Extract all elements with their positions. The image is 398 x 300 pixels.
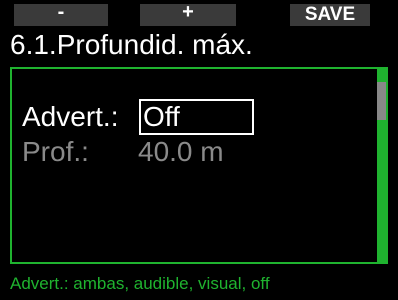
alarm-setting-label: Advert.:	[22, 101, 119, 132]
depth-value: 40.0 m	[138, 136, 224, 167]
scrollbar-thumb[interactable]	[377, 82, 386, 120]
depth-setting-label: Prof.:	[22, 136, 89, 167]
alarm-value[interactable]: Off	[143, 101, 180, 133]
dive-computer-screen: - + SAVE 6.1.Profundid. máx. Advert.: Of…	[0, 0, 398, 300]
save-button[interactable]: SAVE	[290, 4, 370, 26]
help-text: Advert.: ambas, audible, visual, off	[10, 274, 270, 293]
decrease-button[interactable]: -	[14, 2, 108, 26]
page-title: 6.1.Profundid. máx.	[10, 29, 253, 60]
increase-button[interactable]: +	[140, 2, 236, 26]
